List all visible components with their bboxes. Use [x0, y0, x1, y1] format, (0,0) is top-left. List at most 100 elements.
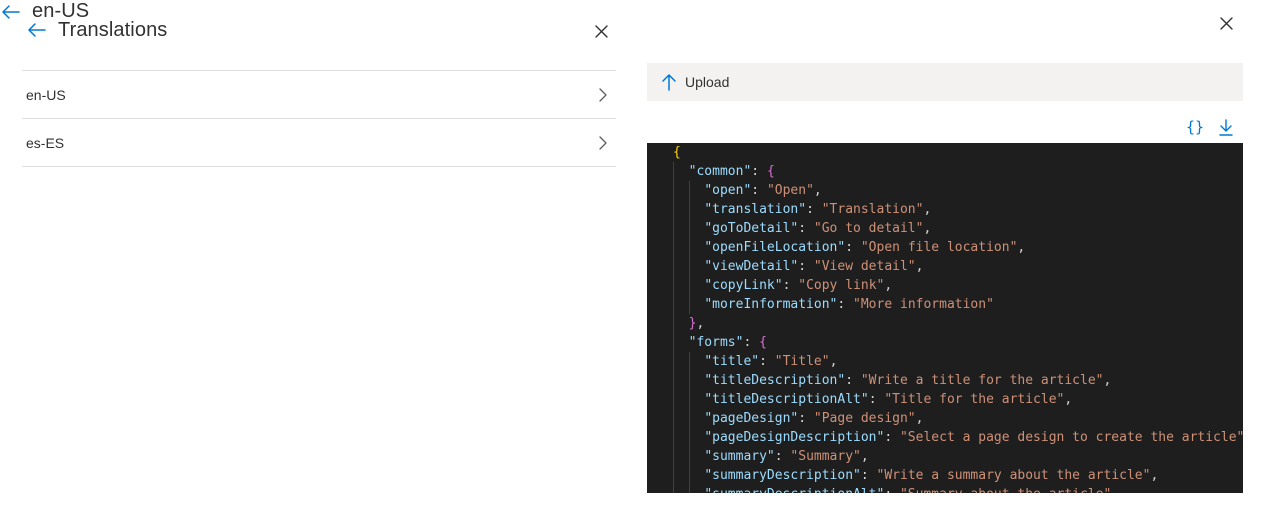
code-token: "Copy link"	[798, 278, 885, 293]
code-token: "summaryDescriptionAlt"	[704, 487, 884, 493]
code-line-text: "forms": {	[689, 333, 767, 352]
code-token: :	[798, 221, 814, 236]
code-token: "moreInformation"	[704, 297, 838, 312]
indent-guide	[673, 276, 674, 295]
arrow-left-icon	[2, 4, 20, 19]
code-token: :	[884, 487, 900, 493]
indent-guide	[673, 428, 674, 447]
code-token: "copyLink"	[704, 278, 783, 293]
indent-guide	[688, 295, 690, 314]
indent-guide	[673, 409, 674, 428]
indent-guide	[688, 428, 690, 447]
code-line-text: "openFileLocation": "Open file location"…	[704, 238, 1025, 257]
indent-guide	[673, 466, 674, 485]
indent-guide	[673, 333, 674, 352]
code-token: "Page design"	[813, 411, 916, 426]
code-token: "Title for the article"	[884, 392, 1065, 407]
code-token: :	[860, 468, 877, 483]
list-item-en-us[interactable]: en-US	[22, 71, 616, 119]
code-token: :	[798, 259, 814, 274]
code-token: ,	[813, 183, 822, 198]
indent-guide	[673, 181, 674, 200]
upload-button[interactable]: Upload	[661, 73, 729, 91]
code-token: "forms"	[688, 335, 744, 350]
code-token: ,	[1017, 240, 1026, 255]
code-token: :	[782, 278, 799, 293]
code-line-text: },	[689, 314, 705, 333]
indent-guide	[673, 257, 674, 276]
code-line-text: "open": "Open",	[704, 181, 821, 200]
code-line-text: "copyLink": "Copy link",	[704, 276, 892, 295]
locale-header: en-US	[0, 0, 89, 23]
code-line-text: "pageDesignDescription": "Select a page …	[704, 428, 1243, 447]
indent-guide	[688, 409, 690, 428]
indent-guide	[673, 295, 674, 314]
json-code-editor[interactable]: {"common": {"open": "Open", "translation"…	[647, 143, 1243, 493]
code-token: :	[868, 392, 885, 407]
code-token: :	[751, 183, 767, 198]
indent-guide	[688, 238, 690, 257]
list-item-es-es[interactable]: es-ES	[22, 119, 616, 167]
language-list: en-US es-ES	[22, 70, 616, 167]
indent-guide	[688, 219, 690, 238]
close-button[interactable]	[591, 21, 611, 41]
format-json-button[interactable]: {}	[1186, 117, 1204, 137]
locale-title: en-US	[32, 0, 90, 22]
code-token: "Select a page design to create the arti…	[899, 430, 1243, 445]
code-line-text: "translation": "Translation",	[704, 200, 931, 219]
code-token: ,	[1103, 373, 1112, 388]
indent-guide	[673, 219, 674, 238]
indent-guide	[688, 466, 690, 485]
code-line-text: "pageDesign": "Page design",	[704, 409, 923, 428]
code-token: "Go to detail"	[813, 221, 924, 236]
close-icon	[594, 24, 608, 38]
close-icon	[1219, 16, 1233, 30]
back-button[interactable]	[0, 1, 22, 23]
code-token: ,	[923, 202, 932, 217]
code-token: ,	[1064, 392, 1073, 407]
indent-guide	[688, 390, 690, 409]
code-token: "summary"	[704, 449, 775, 464]
arrow-left-icon	[28, 23, 46, 37]
list-item-label: en-US	[26, 86, 66, 103]
indent-guide	[688, 257, 690, 276]
code-token: "common"	[688, 164, 752, 179]
code-token: :	[743, 335, 760, 350]
indent-guide	[688, 276, 690, 295]
code-token: :	[751, 164, 767, 179]
code-line-text: "titleDescription": "Write a title for t…	[704, 371, 1111, 390]
code-token: ,	[1150, 468, 1159, 483]
download-icon	[1219, 118, 1233, 136]
code-token: "Summary about the article"	[900, 487, 1111, 493]
indent-guide	[673, 485, 674, 493]
indent-guide	[688, 371, 690, 390]
chevron-right-icon	[599, 87, 607, 102]
arrow-up-icon	[662, 74, 676, 91]
code-token: "titleDescription"	[704, 373, 846, 388]
code-line-text: {	[673, 143, 681, 162]
download-button[interactable]	[1218, 117, 1234, 137]
code-token: "titleDescriptionAlt"	[704, 392, 869, 407]
code-token: "Open"	[766, 183, 814, 198]
code-token: ,	[915, 411, 924, 426]
code-token: "Title"	[774, 354, 830, 369]
code-token: "View detail"	[813, 259, 916, 274]
code-token: "Translation"	[821, 202, 924, 217]
code-line-text: "summary": "Summary",	[704, 447, 868, 466]
list-item-label: es-ES	[26, 134, 65, 151]
indent-guide	[688, 181, 690, 200]
code-line-text: "moreInformation": "More information"	[704, 295, 994, 314]
code-token: "Write a summary about the article"	[876, 468, 1151, 483]
code-token: ,	[884, 278, 893, 293]
indent-guide	[673, 447, 674, 466]
indent-guide	[673, 200, 674, 219]
code-token: {	[759, 335, 767, 350]
translations-panel: Translations en-US es-ES	[0, 0, 630, 513]
code-token: :	[759, 354, 775, 369]
code-token: "translation"	[704, 202, 807, 217]
code-line-text: "titleDescriptionAlt": "Title for the ar…	[704, 390, 1072, 409]
code-token: :	[774, 449, 791, 464]
chevron-right-icon	[599, 135, 607, 150]
indent-guide	[673, 162, 674, 181]
close-button[interactable]	[1216, 13, 1236, 33]
